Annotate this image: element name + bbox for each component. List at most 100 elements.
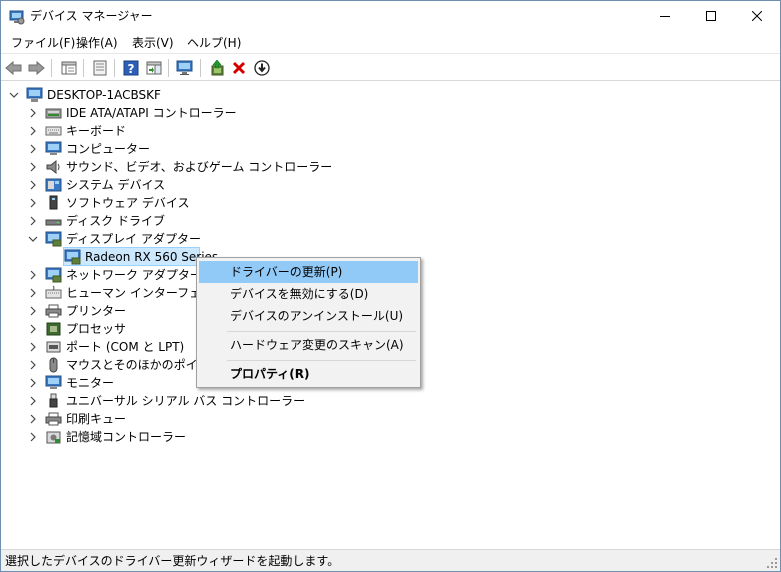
chevron-right-icon[interactable] <box>28 324 38 334</box>
computer-icon <box>26 87 43 102</box>
help-button[interactable]: ? <box>120 57 142 79</box>
toolbar: ? <box>1 55 780 81</box>
context-menu-scan-hardware[interactable]: ハードウェア変更のスキャン(A) <box>199 334 418 356</box>
resize-grip-icon[interactable] <box>766 557 778 569</box>
show-hidden-icon <box>93 60 107 76</box>
print-queue-icon <box>45 412 62 426</box>
chevron-down-icon[interactable] <box>28 234 38 244</box>
minimize-icon <box>660 16 670 17</box>
chevron-right-icon[interactable] <box>28 270 38 280</box>
tree-item-storage-controllers[interactable]: 記憶域コントローラー <box>1 428 301 446</box>
action-pane-button[interactable] <box>143 57 165 79</box>
toolbar-separator <box>51 59 52 77</box>
chevron-down-icon[interactable] <box>9 90 19 100</box>
speaker-icon <box>46 159 60 175</box>
chevron-right-icon[interactable] <box>28 216 38 226</box>
tree-item-label: ユニバーサル シリアル バス コントローラー <box>66 394 306 408</box>
maximize-icon <box>706 11 716 21</box>
context-menu-update-driver[interactable]: ドライバーの更新(P) <box>199 261 418 283</box>
printer-icon <box>45 304 62 318</box>
chevron-right-icon[interactable] <box>28 288 38 298</box>
context-menu-disable-device[interactable]: デバイスを無効にする(D) <box>199 283 418 305</box>
tree-root[interactable]: DESKTOP-1ACBSKF <box>1 86 301 104</box>
scan-hardware-button[interactable] <box>174 57 196 79</box>
toolbar-separator <box>114 59 115 77</box>
tree-item-label: ネットワーク アダプター <box>66 268 202 282</box>
menu-action[interactable]: 操作(A) <box>74 35 120 51</box>
context-menu-properties[interactable]: プロパティ(R) <box>199 363 418 385</box>
tree-item-print-queues[interactable]: 印刷キュー <box>1 410 301 428</box>
tree-item-computer[interactable]: コンピューター <box>1 140 301 158</box>
back-icon <box>5 60 22 76</box>
usb-icon <box>49 393 58 408</box>
tree-item-label: 記憶域コントローラー <box>66 430 187 444</box>
monitor-icon <box>45 375 62 389</box>
tree-item-label: ディスプレイ アダプター <box>66 232 201 246</box>
tree-item-display-adapters[interactable]: ディスプレイ アダプター <box>1 230 301 248</box>
tree-item-ide[interactable]: IDE ATA/ATAPI コントローラー <box>1 104 301 122</box>
tree-item-usb[interactable]: ユニバーサル シリアル バス コントローラー <box>1 392 305 410</box>
chevron-right-icon[interactable] <box>28 126 38 136</box>
chevron-right-icon[interactable] <box>28 414 38 424</box>
tree-item-software-devices[interactable]: ソフトウェア デバイス <box>1 194 301 212</box>
tree-item-system-devices[interactable]: システム デバイス <box>1 176 301 194</box>
chevron-right-icon[interactable] <box>28 432 38 442</box>
show-tree-button[interactable] <box>58 57 80 79</box>
close-icon <box>752 11 762 21</box>
monitor-icon <box>45 141 62 155</box>
chevron-right-icon[interactable] <box>28 360 38 370</box>
disk-drive-icon <box>45 219 62 226</box>
menu-file[interactable]: ファイル(F) <box>9 35 77 51</box>
context-menu-label: ドライバーの更新(P) <box>230 265 343 279</box>
tree-item-sound[interactable]: サウンド、ビデオ、およびゲーム コントローラー <box>1 158 332 176</box>
update-driver-icon <box>211 60 224 76</box>
back-button[interactable] <box>3 57 25 79</box>
tree-root-label: DESKTOP-1ACBSKF <box>47 88 161 102</box>
chevron-right-icon[interactable] <box>28 162 38 172</box>
properties-icon <box>61 61 77 75</box>
tree-item-label: コンピューター <box>66 142 151 156</box>
storage-controller-icon <box>46 431 61 444</box>
tree-item-disk-drives[interactable]: ディスク ドライブ <box>1 212 301 230</box>
tree-item-label: ソフトウェア デバイス <box>66 196 190 210</box>
minimize-button[interactable] <box>642 1 688 31</box>
chevron-right-icon[interactable] <box>28 198 38 208</box>
toolbar-separator <box>168 59 169 77</box>
forward-button[interactable] <box>25 57 47 79</box>
display-adapter-icon <box>64 249 81 265</box>
toolbar-separator <box>83 59 84 77</box>
ide-controller-icon <box>45 108 62 119</box>
update-driver-button[interactable] <box>206 57 228 79</box>
chevron-right-icon[interactable] <box>28 396 38 406</box>
network-adapter-icon <box>45 267 62 283</box>
tree-item-label: プロセッサ <box>66 322 127 336</box>
disable-icon <box>254 60 270 76</box>
menu-help[interactable]: ヘルプ(H) <box>185 35 243 51</box>
title-bar[interactable]: デバイス マネージャー <box>1 1 780 32</box>
disable-device-button[interactable] <box>251 57 273 79</box>
chevron-right-icon[interactable] <box>28 180 38 190</box>
menu-view[interactable]: 表示(V) <box>130 35 176 51</box>
tree-item-keyboard[interactable]: キーボード <box>1 122 301 140</box>
context-menu-label: デバイスのアンインストール(U) <box>230 309 404 323</box>
tree-item-label: モニター <box>66 376 115 390</box>
tree-item-label: サウンド、ビデオ、およびゲーム コントローラー <box>66 160 333 174</box>
context-menu-uninstall-device[interactable]: デバイスのアンインストール(U) <box>199 305 418 327</box>
uninstall-button[interactable] <box>228 57 250 79</box>
context-menu-separator <box>227 360 416 361</box>
chevron-right-icon[interactable] <box>28 378 38 388</box>
chevron-right-icon[interactable] <box>28 108 38 118</box>
chevron-right-icon[interactable] <box>28 306 38 316</box>
keyboard-icon <box>45 126 62 136</box>
chevron-right-icon[interactable] <box>28 342 38 352</box>
close-button[interactable] <box>734 1 780 31</box>
window-title: デバイス マネージャー <box>30 9 153 23</box>
processor-icon <box>46 322 61 336</box>
chevron-right-icon[interactable] <box>28 144 38 154</box>
system-devices-icon <box>45 178 62 192</box>
forward-icon <box>28 60 45 76</box>
show-hidden-button[interactable] <box>89 57 111 79</box>
tree-item-label: 印刷キュー <box>66 412 127 426</box>
maximize-button[interactable] <box>688 1 734 31</box>
tree-item-label: IDE ATA/ATAPI コントローラー <box>66 106 237 120</box>
